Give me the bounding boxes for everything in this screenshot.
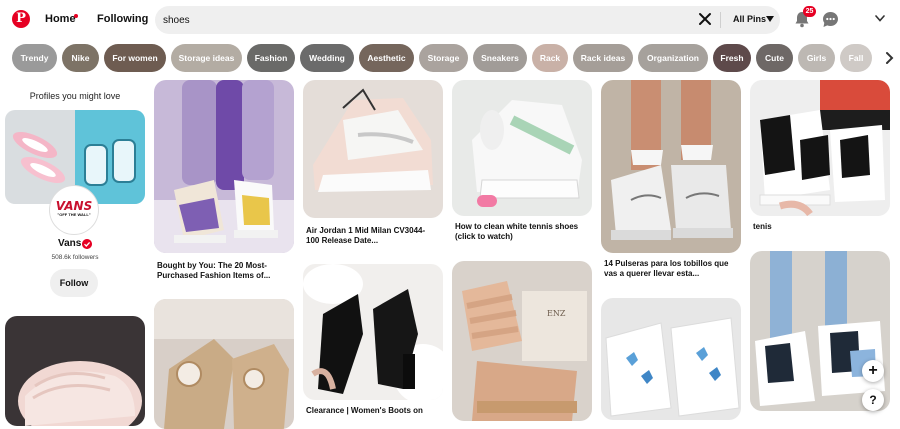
svg-text:ENZ: ENZ xyxy=(547,309,566,318)
vans-logo-text: VANS xyxy=(55,199,93,213)
chip-aesthetic[interactable]: Aesthetic xyxy=(359,44,414,72)
verified-icon xyxy=(82,239,92,249)
pin-caption[interactable]: tenis xyxy=(753,222,885,234)
vans-logo[interactable]: VANS "OFF THE WALL" xyxy=(50,186,98,234)
chip-sneakers[interactable]: Sneakers xyxy=(473,44,527,72)
chip-rack-ideas[interactable]: Rack ideas xyxy=(573,44,633,72)
chip-organization[interactable]: Organization xyxy=(638,44,708,72)
pin-image[interactable] xyxy=(154,299,294,429)
chat-icon[interactable] xyxy=(822,11,839,28)
chip-trendy[interactable]: Trendy xyxy=(12,44,57,72)
pin-caption[interactable]: Bought by You: The 20 Most-Purchased Fas… xyxy=(157,261,289,281)
profile-name[interactable]: Vans xyxy=(58,238,81,249)
chip-fall[interactable]: Fall xyxy=(840,44,872,72)
clear-icon[interactable] xyxy=(698,12,712,26)
vans-logo-tagline: "OFF THE WALL" xyxy=(57,212,91,217)
follower-count: 508.6k followers xyxy=(51,254,99,261)
profiles-title: Profiles you might love xyxy=(29,91,121,101)
search-input[interactable] xyxy=(163,8,683,32)
all-pins-dropdown[interactable]: All Pins xyxy=(733,14,766,24)
help-button[interactable]: ? xyxy=(862,389,884,411)
pin-image[interactable] xyxy=(601,80,741,253)
chip-girls[interactable]: Girls xyxy=(798,44,835,72)
chevron-right-icon[interactable] xyxy=(880,49,898,67)
chip-fresh[interactable]: Fresh xyxy=(713,44,751,72)
chip-nike[interactable]: Nike xyxy=(62,44,99,72)
pin-image[interactable] xyxy=(452,80,592,216)
pin-image[interactable] xyxy=(750,251,890,411)
pin-image[interactable] xyxy=(303,80,443,218)
pin-image[interactable] xyxy=(303,264,443,400)
pin-image[interactable] xyxy=(154,80,294,253)
top-bar: P Home Following All Pins 25 xyxy=(0,0,900,40)
chip-storage-ideas[interactable]: Storage ideas xyxy=(171,44,242,72)
pin-caption[interactable]: How to clean white tennis shoes (click t… xyxy=(455,222,587,242)
chip-rack[interactable]: Rack xyxy=(532,44,568,72)
chip-for-women[interactable]: For women xyxy=(104,44,166,72)
notification-badge: 25 xyxy=(803,6,816,17)
following-link[interactable]: Following xyxy=(97,13,148,25)
sidebar-pin-image[interactable] xyxy=(5,316,145,426)
pinterest-logo[interactable]: P xyxy=(12,10,30,28)
pin-caption[interactable]: Air Jordan 1 Mid Milan CV3044-100 Releas… xyxy=(306,226,438,246)
chip-cute[interactable]: Cute xyxy=(756,44,793,72)
account-menu-chevron-icon[interactable] xyxy=(875,15,885,22)
chip-fashion[interactable]: Fashion xyxy=(247,44,295,72)
chevron-down-icon[interactable] xyxy=(766,16,774,22)
pin-image[interactable] xyxy=(601,298,741,420)
pin-caption[interactable]: 14 Pulseras para los tobillos que vas a … xyxy=(604,259,736,279)
pin-image[interactable] xyxy=(750,80,890,216)
home-indicator-dot xyxy=(74,14,78,18)
pin-image[interactable]: ENZ xyxy=(452,261,592,421)
chip-wedding[interactable]: Wedding xyxy=(300,44,354,72)
home-link[interactable]: Home xyxy=(45,13,76,25)
pin-caption[interactable]: Clearance | Women's Boots on xyxy=(306,406,438,418)
follow-button[interactable]: Follow xyxy=(50,269,98,297)
chip-storage[interactable]: Storage xyxy=(419,44,468,72)
search-divider xyxy=(720,12,721,28)
add-button[interactable]: + xyxy=(862,360,884,382)
